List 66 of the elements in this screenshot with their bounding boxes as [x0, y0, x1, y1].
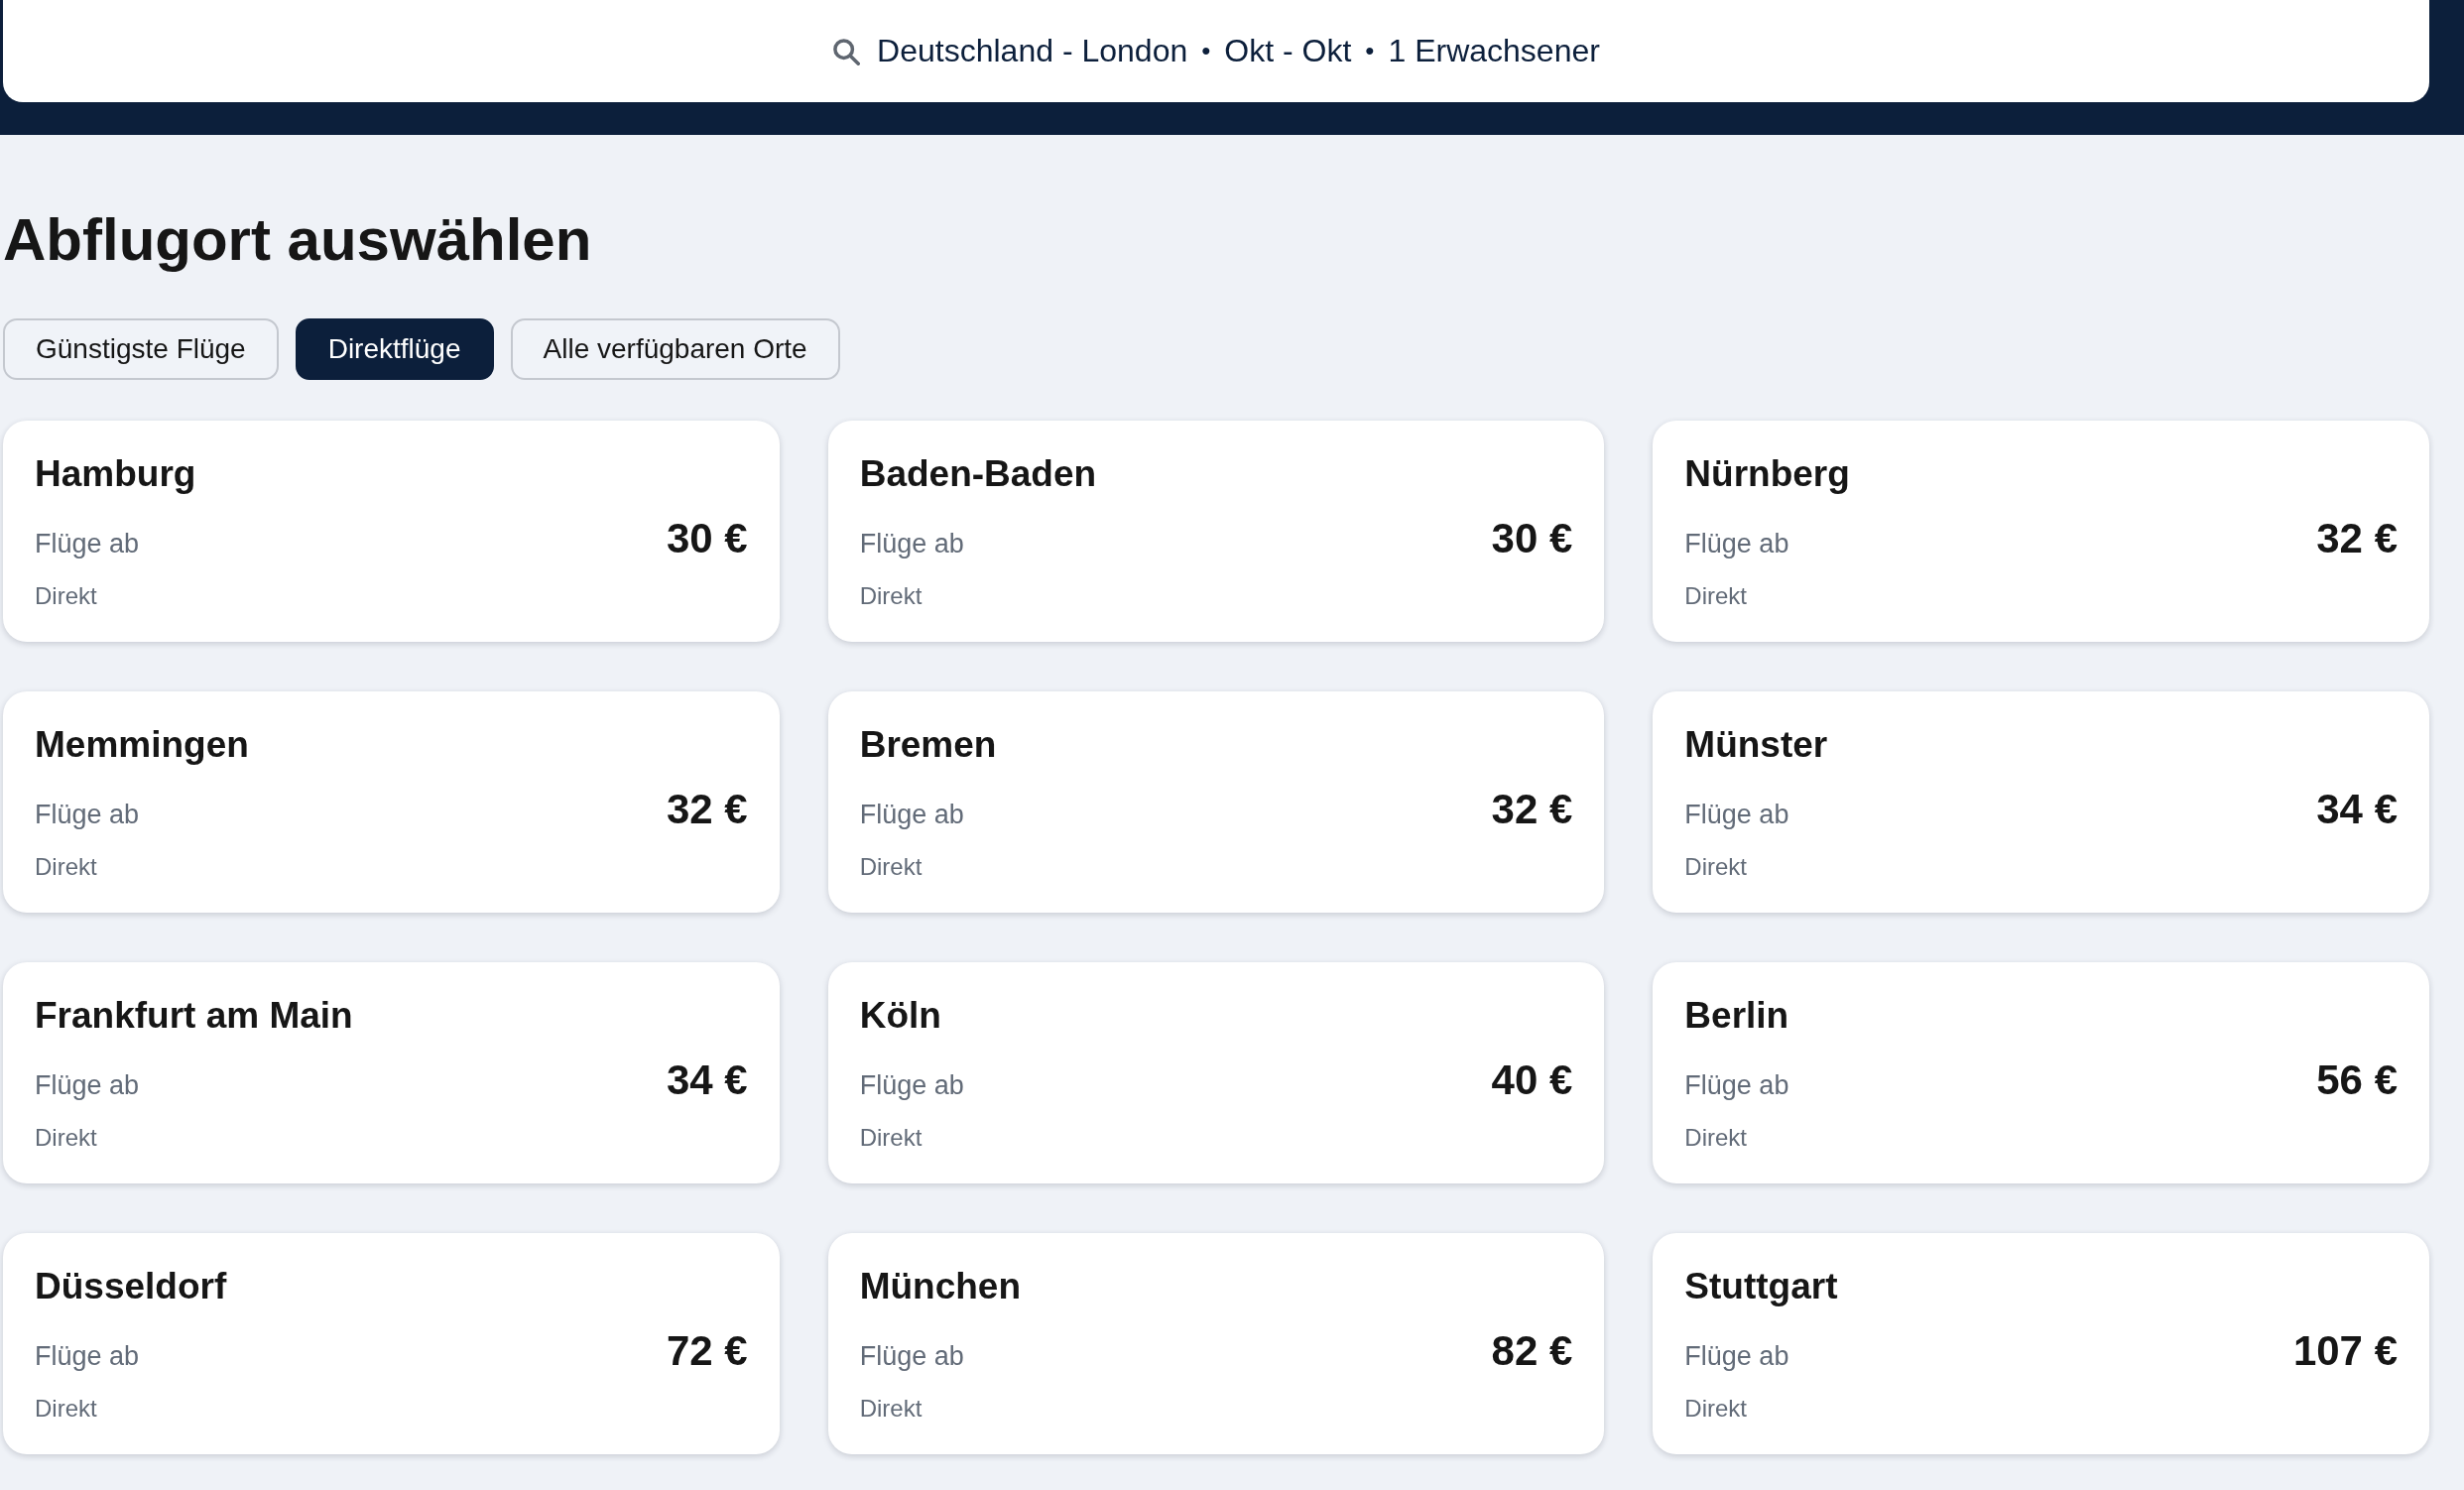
price-caption: Flüge ab [859, 1340, 964, 1372]
price: 107 € [2292, 1327, 2398, 1375]
price-caption: Flüge ab [35, 528, 140, 559]
price-caption: Flüge ab [1684, 1340, 1789, 1372]
stops-label: Direkt [35, 582, 98, 610]
price-caption: Flüge ab [1684, 528, 1789, 559]
price: 32 € [2316, 515, 2398, 562]
destination-card[interactable]: Stuttgart Flüge ab 107 € Direkt [1653, 1233, 2429, 1454]
city-name: Köln [859, 994, 942, 1038]
stops-label: Direkt [1684, 1395, 1748, 1423]
price: 72 € [666, 1327, 748, 1375]
city-name: Hamburg [35, 452, 197, 496]
stops-label: Direkt [859, 1395, 924, 1423]
city-name: München [859, 1265, 1023, 1308]
destination-card[interactable]: Düsseldorf Flüge ab 72 € Direkt [3, 1233, 780, 1454]
price: 82 € [1491, 1327, 1573, 1375]
price-caption: Flüge ab [859, 799, 964, 830]
price: 32 € [1491, 786, 1573, 833]
price-caption: Flüge ab [35, 1069, 140, 1101]
price-caption: Flüge ab [35, 799, 140, 830]
destination-card[interactable]: Memmingen Flüge ab 32 € Direkt [3, 691, 780, 913]
price: 34 € [666, 1056, 748, 1104]
stops-label: Direkt [35, 1124, 98, 1152]
stops-label: Direkt [859, 853, 924, 881]
price: 56 € [2316, 1056, 2398, 1104]
stops-label: Direkt [859, 582, 924, 610]
city-name: Düsseldorf [35, 1265, 228, 1308]
stops-label: Direkt [859, 1124, 924, 1152]
city-name: Baden-Baden [859, 452, 1098, 496]
filter-tab[interactable]: Günstigste Flüge [3, 318, 279, 380]
price-caption: Flüge ab [1684, 1069, 1789, 1101]
city-name: Nürnberg [1684, 452, 1851, 496]
city-name: Stuttgart [1684, 1265, 1839, 1308]
search-summary-button[interactable]: Deutschland - London • Okt - Okt • 1 Erwachsener [3, 0, 2429, 102]
destination-card[interactable]: Baden-Baden Flüge ab 30 € Direkt [827, 421, 1605, 642]
filter-tab[interactable]: Direktflüge [295, 318, 494, 380]
search-icon [832, 37, 861, 65]
destination-card[interactable]: Nürnberg Flüge ab 32 € Direkt [1653, 421, 2429, 642]
stops-label: Direkt [35, 1395, 98, 1423]
price: 32 € [666, 786, 748, 833]
destination-card[interactable]: Berlin Flüge ab 56 € Direkt [1653, 962, 2429, 1183]
destination-card[interactable]: Frankfurt am Main Flüge ab 34 € Direkt [3, 962, 780, 1183]
price: 30 € [666, 515, 748, 562]
price: 34 € [2316, 786, 2398, 833]
stops-label: Direkt [1684, 1124, 1748, 1152]
filter-tab[interactable]: Alle verfügbaren Orte [510, 318, 840, 380]
stops-label: Direkt [1684, 853, 1748, 881]
stops-label: Direkt [35, 853, 98, 881]
price: 30 € [1491, 515, 1573, 562]
price-caption: Flüge ab [1684, 799, 1789, 830]
city-name: Berlin [1684, 994, 1790, 1038]
destination-card[interactable]: Hamburg Flüge ab 30 € Direkt [3, 421, 780, 642]
price-caption: Flüge ab [859, 528, 964, 559]
page-title: Abflugort auswählen [3, 205, 593, 275]
price-caption: Flüge ab [859, 1069, 964, 1101]
city-name: Bremen [859, 723, 998, 767]
price: 40 € [1491, 1056, 1573, 1104]
price-caption: Flüge ab [35, 1340, 140, 1372]
destination-card[interactable]: Bremen Flüge ab 32 € Direkt [827, 691, 1605, 913]
city-name: Memmingen [35, 723, 250, 767]
destination-card[interactable]: München Flüge ab 82 € Direkt [827, 1233, 1605, 1454]
city-name: Frankfurt am Main [35, 994, 354, 1038]
destination-card[interactable]: Münster Flüge ab 34 € Direkt [1653, 691, 2429, 913]
stops-label: Direkt [1684, 582, 1748, 610]
city-name: Münster [1684, 723, 1829, 767]
destination-card[interactable]: Köln Flüge ab 40 € Direkt [827, 962, 1605, 1183]
